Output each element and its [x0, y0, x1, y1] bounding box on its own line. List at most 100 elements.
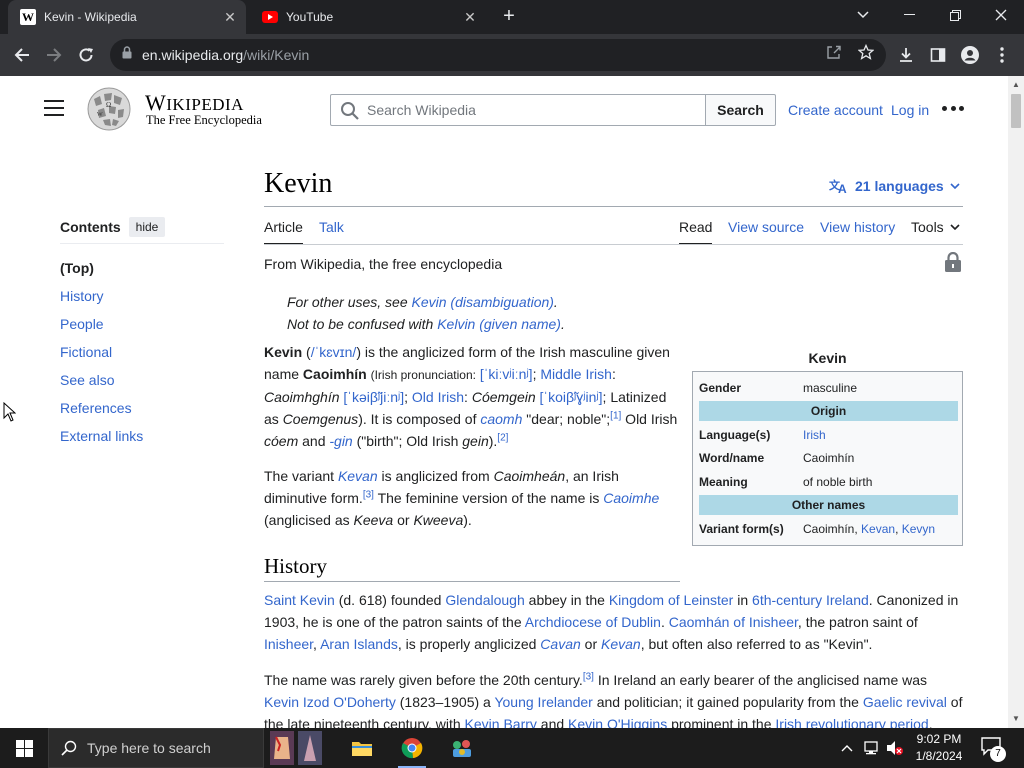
- chevron-down-icon: [950, 183, 960, 189]
- url-host: en.wikipedia.org: [142, 47, 244, 63]
- hatnote-not-confused: Not to be confused with Kelvin (given na…: [287, 316, 565, 332]
- close-window-button[interactable]: [978, 0, 1024, 30]
- chrome-menu-icon[interactable]: [991, 44, 1013, 66]
- svg-text:A: A: [838, 182, 847, 194]
- infobox: Gender masculine Origin Language(s) Iris…: [692, 371, 963, 546]
- close-tab-icon[interactable]: ✕: [220, 9, 240, 26]
- toc-item-see-also[interactable]: See also: [60, 372, 114, 388]
- login-link[interactable]: Log in: [891, 102, 929, 118]
- tab-search-icon[interactable]: [840, 0, 886, 30]
- toc-item-people[interactable]: People: [60, 316, 104, 332]
- browser-toolbar: en.wikipedia.org/wiki/Kevin: [0, 34, 1024, 76]
- search-icon: [340, 101, 360, 126]
- infobox-row-variants: Variant form(s) Caoimhín, Kevan, Kevyn: [699, 522, 936, 536]
- languages-button[interactable]: 文A 21 languages: [829, 178, 960, 194]
- clock-time: 9:02 PM: [916, 732, 962, 746]
- network-icon[interactable]: [862, 739, 880, 757]
- new-tab-button[interactable]: +: [499, 6, 519, 26]
- file-explorer-icon[interactable]: [340, 728, 384, 768]
- kevyn-link[interactable]: Kevyn: [902, 522, 935, 536]
- tab-talk[interactable]: Talk: [319, 219, 344, 235]
- url-path: /wiki/Kevin: [243, 47, 310, 63]
- infobox-header-origin: Origin: [699, 401, 958, 421]
- hatnote-disambiguation: For other uses, see Kevin (disambiguatio…: [287, 294, 558, 310]
- search-icon: [61, 740, 77, 756]
- irish-link[interactable]: Irish: [803, 428, 826, 442]
- toc-item-external-links[interactable]: External links: [60, 428, 143, 444]
- history-heading: History: [264, 554, 327, 578]
- toc-item-references[interactable]: References: [60, 400, 132, 416]
- chrome-icon[interactable]: [390, 728, 434, 768]
- bookmark-star-icon[interactable]: [856, 42, 876, 62]
- reload-icon[interactable]: [74, 43, 98, 67]
- wiki-search-box[interactable]: [330, 94, 706, 126]
- close-tab-icon[interactable]: ✕: [460, 9, 480, 26]
- windows-start-button[interactable]: [0, 728, 48, 768]
- disambiguation-link[interactable]: Kevin (disambiguation): [412, 294, 554, 310]
- wikipedia-tagline: The Free Encyclopedia: [146, 113, 262, 127]
- minimize-button[interactable]: [886, 0, 932, 30]
- translate-icon: 文A: [829, 178, 849, 194]
- tab-read[interactable]: Read: [679, 219, 713, 245]
- youtube-icon: [262, 9, 278, 25]
- protection-padlock-icon[interactable]: [944, 251, 962, 277]
- wikipedia-w-icon: W: [20, 9, 36, 25]
- address-bar[interactable]: en.wikipedia.org/wiki/Kevin: [110, 39, 886, 71]
- tab-title: Kevin - Wikipedia: [44, 10, 137, 24]
- share-icon[interactable]: [824, 42, 844, 62]
- history-paragraph-2: The name was rarely given before the 20t…: [264, 671, 963, 728]
- app-group-icon[interactable]: [440, 728, 484, 768]
- svg-text:Ω: Ω: [106, 101, 111, 109]
- more-options-icon[interactable]: [942, 106, 964, 112]
- variant-paragraph: The variant Kevan is anglicized from Cao…: [264, 468, 660, 528]
- kevan-link[interactable]: Kevan: [861, 522, 895, 536]
- taskbar-search-box[interactable]: Type here to search: [48, 728, 264, 768]
- profile-avatar-icon[interactable]: [959, 44, 981, 66]
- tools-menu[interactable]: Tools: [911, 219, 960, 235]
- page-scrollbar[interactable]: ▲ ▼: [1008, 76, 1024, 728]
- volume-muted-icon[interactable]: [886, 739, 904, 757]
- search-highlight-image-icon[interactable]: [266, 728, 326, 768]
- infobox-row-language: Language(s) Irish: [699, 428, 826, 442]
- back-arrow-icon[interactable]: [10, 43, 34, 67]
- toc-item-fictional[interactable]: Fictional: [60, 344, 112, 360]
- tab-view-source[interactable]: View source: [728, 219, 804, 235]
- svg-text:W: W: [97, 112, 103, 118]
- infobox-caption: Kevin: [808, 350, 847, 366]
- side-panel-icon[interactable]: [927, 44, 949, 66]
- history-paragraph-1: Saint Kevin (d. 618) founded Glendalough…: [264, 592, 959, 652]
- table-of-contents: Contents hide (Top) History People Ficti…: [60, 216, 224, 450]
- create-account-link[interactable]: Create account: [788, 102, 883, 118]
- taskbar-clock[interactable]: 9:02 PM 1/8/2024: [908, 731, 970, 765]
- restore-button[interactable]: [932, 0, 978, 30]
- scroll-down-arrow-icon[interactable]: ▼: [1012, 714, 1020, 723]
- download-icon[interactable]: [895, 44, 917, 66]
- scrollbar-thumb[interactable]: [1011, 94, 1021, 128]
- toc-item-top[interactable]: (Top): [60, 254, 224, 282]
- tabs-divider: [264, 244, 963, 245]
- toc-item-history[interactable]: History: [60, 288, 104, 304]
- main-menu-icon[interactable]: [44, 100, 64, 116]
- lock-icon[interactable]: [122, 46, 132, 64]
- kelvin-link[interactable]: Kelvin (given name): [437, 316, 561, 332]
- forward-arrow-icon[interactable]: [42, 43, 66, 67]
- clock-date: 1/8/2024: [915, 749, 963, 763]
- tab-view-history[interactable]: View history: [820, 219, 895, 235]
- languages-count: 21 languages: [855, 178, 944, 194]
- windows-taskbar: Type here to search 9:02 PM 1/8/2024 7: [0, 728, 1024, 768]
- tab-article[interactable]: Article: [264, 219, 303, 245]
- tab-youtube[interactable]: YouTube ✕: [250, 0, 486, 34]
- wikipedia-globe-logo[interactable]: Ω W: [84, 86, 134, 132]
- tab-title: YouTube: [286, 10, 334, 24]
- search-input[interactable]: [367, 102, 687, 118]
- scroll-up-arrow-icon[interactable]: ▲: [1012, 80, 1020, 89]
- article-title: Kevin: [264, 168, 333, 199]
- browser-tab-bar: W Kevin - Wikipedia ✕ YouTube ✕ +: [0, 0, 1024, 34]
- show-hidden-icons-chevron-icon[interactable]: [838, 739, 856, 757]
- toc-title: Contents: [60, 218, 121, 235]
- wikipedia-page: Ω W WIKIPEDIA The Free Encyclopedia Sear…: [0, 76, 1008, 728]
- history-divider: [264, 581, 680, 582]
- toc-hide-button[interactable]: hide: [128, 216, 166, 237]
- search-button[interactable]: Search: [705, 94, 776, 126]
- tab-kevin-wikipedia[interactable]: W Kevin - Wikipedia ✕: [8, 0, 246, 34]
